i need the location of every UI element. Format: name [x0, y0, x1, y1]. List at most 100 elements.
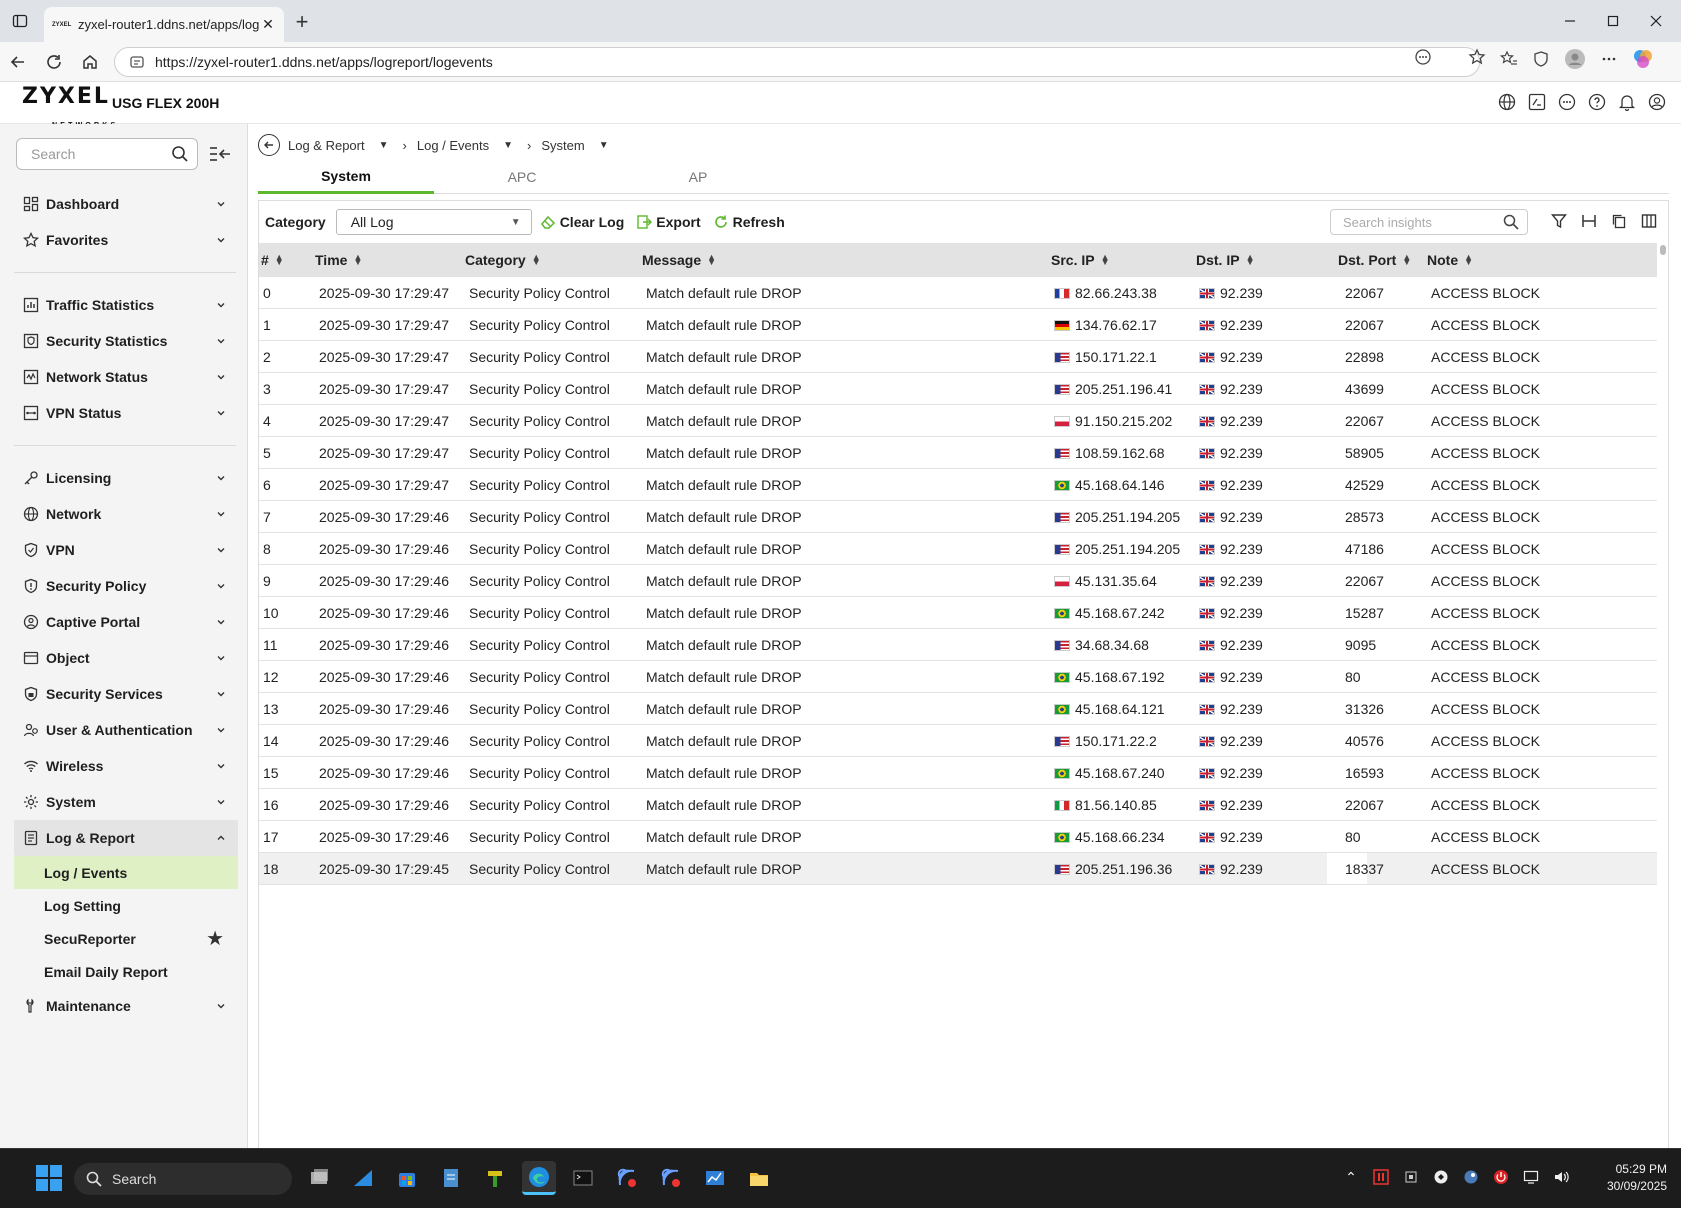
windows-start-icon[interactable]	[36, 1165, 62, 1191]
taskbar-search[interactable]: Search	[74, 1163, 292, 1195]
app-green-tool-icon[interactable]	[478, 1161, 512, 1195]
sidebar-item-network[interactable]: Network	[14, 496, 238, 532]
more-options-icon[interactable]	[1600, 50, 1618, 68]
task-view-icon[interactable]	[302, 1161, 336, 1195]
sidebar-item-security-policy[interactable]: Security Policy	[14, 568, 238, 604]
table-row[interactable]: 2 2025-09-30 17:29:47 Security Policy Cont…	[259, 341, 1657, 373]
sort-icon[interactable]: ▲ ▼	[1246, 253, 1255, 267]
category-select[interactable]: All Log ▼	[335, 209, 532, 235]
table-row[interactable]: 12 2025-09-30 17:29:46 Security Policy Con…	[259, 661, 1657, 693]
table-row[interactable]: 15 2025-09-30 17:29:46 Security Policy Con…	[259, 757, 1657, 789]
sidebar-subitem-log-setting[interactable]: Log Setting	[14, 889, 238, 922]
sidebar-item-favorites[interactable]: Favorites	[14, 222, 238, 258]
sort-icon[interactable]: ▲ ▼	[707, 253, 716, 267]
app-document-icon[interactable]	[434, 1161, 468, 1195]
sidebar-item-captive-portal[interactable]: Captive Portal	[14, 604, 238, 640]
sort-icon[interactable]: ▲ ▼	[1101, 253, 1110, 267]
tray-game-icon[interactable]	[1431, 1167, 1451, 1187]
caret-down-icon[interactable]: ▼	[379, 140, 389, 151]
column-header-dst-ip[interactable]: Dst. IP ▲ ▼	[1196, 243, 1255, 277]
table-row[interactable]: 6 2025-09-30 17:29:47 Security Policy Cont…	[259, 469, 1657, 501]
sidebar-item-vpn[interactable]: VPN	[14, 532, 238, 568]
sidebar-item-user-and-authentication[interactable]: User & Authentication	[14, 712, 238, 748]
reload-icon[interactable]	[42, 50, 66, 74]
sort-icon[interactable]: ▲ ▼	[353, 253, 362, 267]
breadcrumb-item[interactable]: Log & Report	[288, 138, 365, 153]
terminal-icon[interactable]	[566, 1161, 600, 1195]
column-header-dst-port[interactable]: Dst. Port ▲ ▼	[1338, 243, 1411, 277]
edge-browser-icon[interactable]	[522, 1161, 556, 1195]
user-account-icon[interactable]	[1647, 92, 1667, 112]
table-row[interactable]: 4 2025-09-30 17:29:47 Security Policy Cont…	[259, 405, 1657, 437]
table-row[interactable]: 18 2025-09-30 17:29:45 Security Policy Con…	[259, 853, 1657, 885]
tab-ap[interactable]: AP	[610, 160, 786, 194]
search-insights-input[interactable]	[1343, 214, 1503, 230]
caret-down-icon[interactable]: ▼	[599, 140, 609, 151]
copilot-icon[interactable]	[1632, 48, 1654, 70]
sort-icon[interactable]: ▲ ▼	[275, 253, 284, 267]
table-row[interactable]: 14 2025-09-30 17:29:46 Security Policy Con…	[259, 725, 1657, 757]
table-row[interactable]: 0 2025-09-30 17:29:47 Security Policy Cont…	[259, 277, 1657, 309]
search-icon[interactable]	[1503, 214, 1519, 230]
column-header-src-ip[interactable]: Src. IP ▲ ▼	[1051, 243, 1110, 277]
column-header-note[interactable]: Note ▲ ▼	[1427, 243, 1473, 277]
caret-down-icon[interactable]: ▼	[503, 140, 513, 151]
sidebar-item-object[interactable]: Object	[14, 640, 238, 676]
sidebar-item-security-services[interactable]: Security Services	[14, 676, 238, 712]
reader-mode-icon[interactable]	[1414, 48, 1432, 66]
taskbar-clock[interactable]: 05:29 PM 30/09/2025	[1607, 1161, 1667, 1195]
network-monitor-icon[interactable]	[1521, 1167, 1541, 1187]
sort-icon[interactable]: ▲ ▼	[1402, 253, 1411, 267]
app-store-icon[interactable]	[390, 1161, 424, 1195]
chat-icon[interactable]	[1557, 92, 1577, 112]
column-header-message[interactable]: Message ▲ ▼	[642, 243, 716, 277]
table-row[interactable]: 17 2025-09-30 17:29:46 Security Policy Con…	[259, 821, 1657, 853]
help-icon[interactable]	[1587, 92, 1607, 112]
notification-bell-icon[interactable]	[1617, 92, 1637, 112]
app-signal-icon[interactable]	[610, 1161, 644, 1195]
column-header-index[interactable]: # ▲ ▼	[261, 243, 284, 277]
tray-power-icon[interactable]	[1491, 1167, 1511, 1187]
copy-icon[interactable]	[1610, 212, 1628, 230]
column-header-time[interactable]: Time ▲ ▼	[315, 243, 362, 277]
sidebar-item-vpn-status[interactable]: VPN Status	[14, 395, 238, 431]
site-info-icon[interactable]	[129, 54, 145, 70]
favorites-list-icon[interactable]	[1500, 50, 1518, 68]
tab-actions-icon[interactable]	[0, 0, 40, 42]
table-scrollbar[interactable]	[1660, 245, 1666, 255]
table-row[interactable]: 10 2025-09-30 17:29:46 Security Policy Con…	[259, 597, 1657, 629]
refresh-button[interactable]: Refresh	[713, 214, 785, 230]
sidebar-subitem-log-events[interactable]: Log / Events	[14, 856, 238, 889]
sort-icon[interactable]: ▲ ▼	[1464, 253, 1473, 267]
sidebar-item-network-status[interactable]: Network Status	[14, 359, 238, 395]
columns-icon[interactable]	[1640, 212, 1658, 230]
browser-shield-icon[interactable]	[1532, 50, 1550, 68]
search-icon[interactable]	[171, 145, 189, 163]
cli-console-icon[interactable]	[1527, 92, 1547, 112]
favorite-star-icon[interactable]	[1468, 48, 1486, 66]
volume-icon[interactable]	[1551, 1167, 1571, 1187]
breadcrumb-item[interactable]: System	[541, 138, 584, 153]
tab-apc[interactable]: APC	[434, 160, 610, 194]
sidebar-item-traffic-statistics[interactable]: Traffic Statistics	[14, 287, 238, 323]
steam-icon[interactable]	[1461, 1167, 1481, 1187]
tab-close-icon[interactable]: ✕	[260, 16, 276, 33]
file-explorer-icon[interactable]	[742, 1161, 776, 1195]
export-button[interactable]: Export	[636, 214, 701, 230]
collapse-sidebar-icon[interactable]	[208, 142, 232, 166]
sidebar-item-maintenance[interactable]: Maintenance	[14, 988, 238, 1024]
filter-icon[interactable]	[1550, 212, 1568, 230]
breadcrumb-item[interactable]: Log / Events	[417, 138, 489, 153]
language-globe-icon[interactable]	[1497, 92, 1517, 112]
table-row[interactable]: 13 2025-09-30 17:29:46 Security Policy Con…	[259, 693, 1657, 725]
table-row[interactable]: 5 2025-09-30 17:29:47 Security Policy Cont…	[259, 437, 1657, 469]
sidebar-subitem-email-daily-report[interactable]: Email Daily Report	[14, 955, 238, 988]
table-row[interactable]: 7 2025-09-30 17:29:46 Security Policy Cont…	[259, 501, 1657, 533]
close-window-icon[interactable]	[1631, 0, 1681, 42]
new-tab-icon[interactable]: +	[290, 9, 314, 34]
column-header-category[interactable]: Category ▲ ▼	[465, 243, 541, 277]
tray-red-app-icon[interactable]	[1371, 1167, 1391, 1187]
tab-system[interactable]: System	[258, 160, 434, 194]
sidebar-search-input[interactable]	[31, 146, 171, 162]
sidebar-search[interactable]	[16, 138, 198, 170]
